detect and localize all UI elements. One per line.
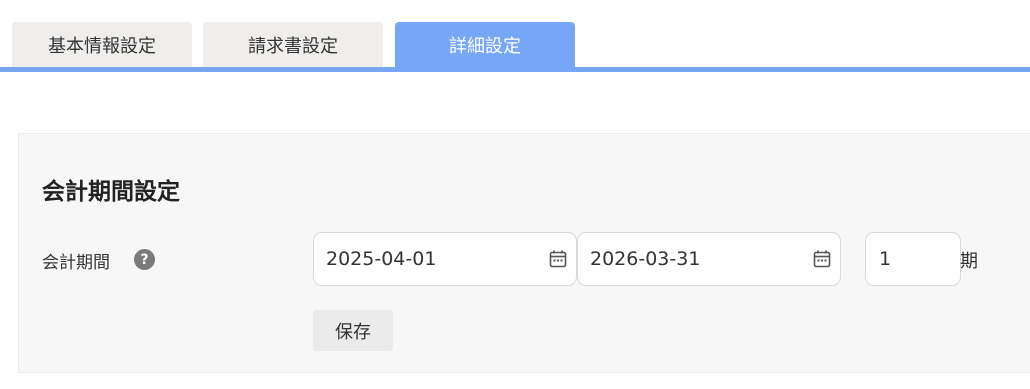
calendar-icon[interactable] (548, 249, 568, 269)
section-title: 会計期間設定 (42, 179, 180, 205)
tab-label: 詳細設定 (449, 35, 521, 57)
tab-basic-info[interactable]: 基本情報設定 (12, 22, 192, 67)
tab-detail-settings[interactable]: 詳細設定 (395, 22, 575, 67)
accounting-period-card: 会計期間設定 会計期間 ? 2025-04-01 2026-03-31 1 期 (18, 133, 1030, 373)
end-date-value: 2026-03-31 (590, 248, 701, 270)
period-number-input[interactable]: 1 (865, 232, 961, 286)
tab-bar: 基本情報設定 請求書設定 詳細設定 (0, 0, 1030, 72)
calendar-icon[interactable] (812, 249, 832, 269)
tab-underline (0, 67, 1030, 72)
accounting-period-label: 会計期間 (42, 253, 110, 273)
period-unit-label: 期 (960, 251, 978, 272)
save-button[interactable]: 保存 (313, 310, 393, 351)
start-date-input[interactable]: 2025-04-01 (313, 232, 577, 286)
period-number-value: 1 (879, 248, 892, 270)
tab-label: 基本情報設定 (48, 35, 156, 57)
tab-label: 請求書設定 (248, 35, 338, 57)
tab-invoice-settings[interactable]: 請求書設定 (203, 22, 383, 67)
start-date-value: 2025-04-01 (326, 248, 437, 270)
help-icon[interactable]: ? (134, 249, 155, 270)
end-date-input[interactable]: 2026-03-31 (577, 232, 841, 286)
